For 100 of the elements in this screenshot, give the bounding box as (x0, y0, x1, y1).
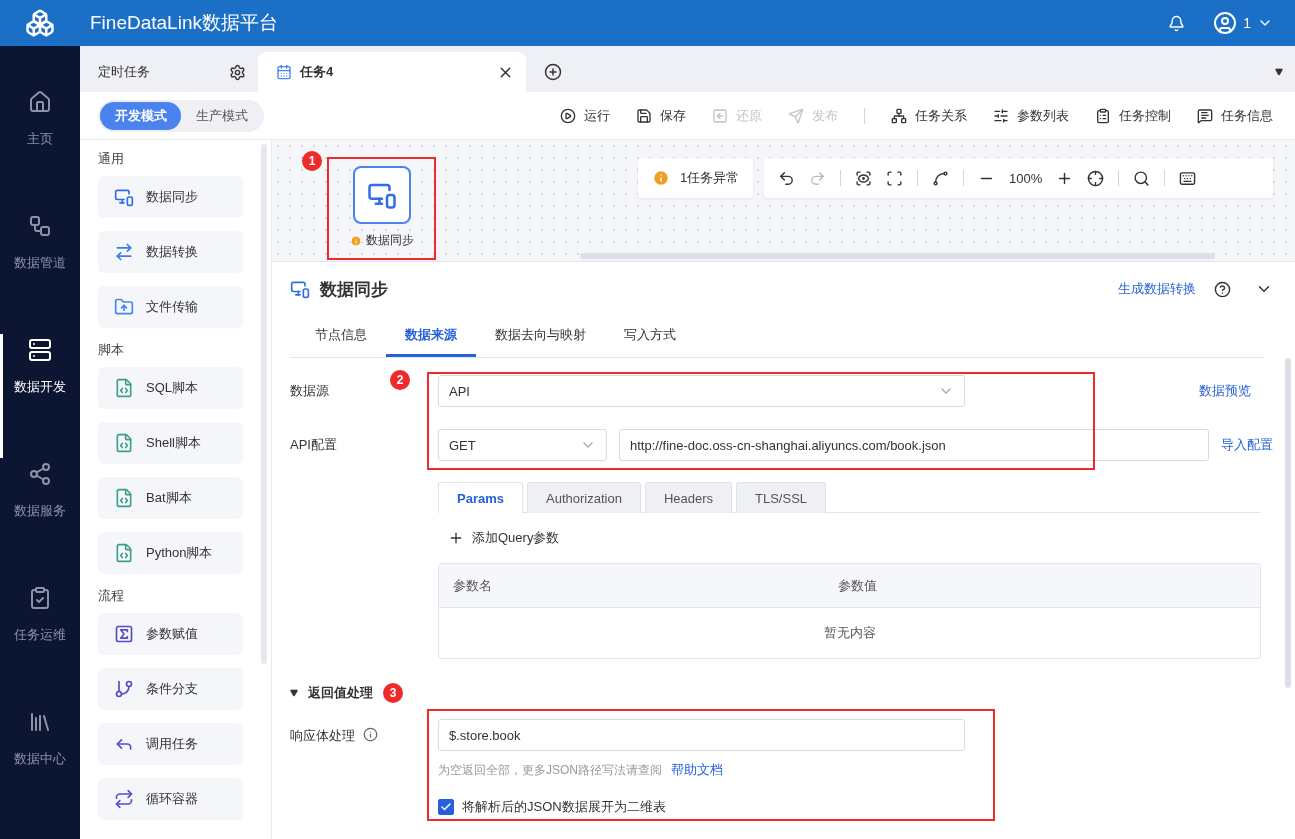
help-link[interactable]: 帮助文档 (671, 762, 724, 777)
checkbox[interactable] (438, 799, 454, 815)
nav-item[interactable]: 任务运维 (0, 582, 77, 706)
request-tab[interactable]: Params (438, 482, 523, 513)
field-label: API配置 (290, 436, 338, 454)
panel-tab[interactable]: 节点信息 (296, 316, 386, 357)
user-name[interactable]: 1 (1243, 15, 1251, 31)
logo-icon (25, 8, 55, 38)
palette-item[interactable]: 循环容器 (98, 778, 243, 820)
tab[interactable]: 任务4 (258, 52, 526, 92)
request-tab[interactable]: Headers (644, 482, 732, 513)
url-field[interactable]: http://fine-doc.oss-cn-shanghai.aliyuncs.com/book.json (619, 429, 1209, 461)
section-heading: 脚本 (98, 341, 125, 359)
toolbar-button[interactable]: 任务关系 (891, 106, 967, 125)
step-marker: 1 (302, 151, 322, 171)
nav-item[interactable]: 数据中心 (0, 706, 77, 830)
panel-tab[interactable]: 数据来源 (386, 316, 476, 357)
toolbar-button[interactable]: 保存 (636, 106, 686, 125)
notification-icon[interactable] (1168, 14, 1186, 32)
script-file-icon (114, 543, 134, 563)
plus-icon (448, 530, 464, 546)
scrollbar[interactable] (1285, 358, 1291, 688)
send-icon (788, 107, 804, 124)
keyboard-icon[interactable] (1179, 169, 1197, 187)
panel-tab[interactable]: 写入方式 (605, 316, 695, 357)
palette-item[interactable]: 条件分支 (98, 668, 243, 710)
toolbar-button[interactable]: 参数列表 (993, 106, 1069, 125)
info-icon (363, 727, 378, 742)
search-icon[interactable] (1133, 169, 1151, 187)
json-path-field[interactable]: $.store.book (438, 719, 965, 751)
help-icon[interactable] (1214, 280, 1231, 298)
field-label-wrap: 响应体处理 (290, 719, 438, 751)
palette-item[interactable]: Bat脚本 (98, 477, 243, 519)
column-header: 参数名 (452, 576, 493, 595)
generate-link[interactable]: 生成数据转换 (1118, 280, 1196, 298)
connector-icon[interactable] (932, 169, 949, 187)
zoom-level: 100% (1009, 170, 1043, 186)
expand-checkbox[interactable]: 将解析后的JSON数据展开为二维表 (438, 798, 965, 816)
books-icon (28, 710, 52, 734)
tab[interactable]: 定时任务 (80, 52, 258, 92)
import-link[interactable]: 导入配置 (1221, 436, 1273, 454)
warning-badge[interactable]: 1任务异常 (638, 158, 754, 198)
settings-icon[interactable] (229, 63, 246, 81)
preview-link[interactable]: 数据预览 (1199, 382, 1251, 400)
message-icon (1197, 107, 1213, 124)
home-icon (28, 90, 52, 114)
palette-item[interactable]: Python脚本 (98, 532, 243, 574)
server-icon (28, 338, 52, 362)
nav-item[interactable]: 数据服务 (0, 458, 77, 582)
step-marker: 2 (390, 370, 410, 390)
toolbar-button[interactable]: 运行 (560, 106, 610, 125)
folder-icon (114, 297, 134, 317)
method-select[interactable]: GET (438, 429, 607, 461)
save-icon (636, 107, 652, 124)
section-toggle[interactable]: 返回值处理 (290, 684, 373, 702)
parameter-icon (114, 624, 134, 644)
script-file-icon (114, 488, 134, 508)
script-file-icon (114, 378, 134, 398)
toolbar-button[interactable]: 任务信息 (1197, 106, 1273, 125)
toolbar-button[interactable]: 任务控制 (1095, 106, 1171, 125)
step-marker: 3 (383, 683, 403, 703)
transform-icon (114, 242, 134, 262)
add-parameter-button[interactable]: 添加Query参数 (438, 513, 560, 563)
relation-icon (891, 107, 907, 124)
mode-option[interactable]: 生产模式 (181, 101, 262, 130)
task-node[interactable] (352, 166, 411, 224)
panel-tab[interactable]: 数据去向与映射 (476, 316, 605, 357)
monitor-icon (290, 279, 310, 299)
clipboard-check-icon (28, 586, 52, 610)
palette-item[interactable]: 调用任务 (98, 723, 243, 765)
nav-item[interactable]: 数据开发 (0, 334, 77, 458)
undo-icon[interactable] (778, 169, 795, 187)
check-icon (440, 801, 452, 813)
palette-item[interactable]: 数据同步 (98, 176, 243, 218)
monitor-icon (114, 187, 134, 207)
sliders-icon (993, 107, 1009, 124)
clipboard-icon (1095, 107, 1111, 124)
mode-option[interactable]: 开发模式 (100, 101, 181, 130)
view-icon[interactable] (855, 169, 872, 187)
hint-text: 为空返回全部，更多JSON路径写法请查阅 帮助文档 (438, 761, 725, 779)
palette-item[interactable]: 参数赋值 (98, 613, 243, 655)
nav-item[interactable]: 主页 (0, 86, 77, 210)
palette-item[interactable]: SQL脚本 (98, 367, 243, 409)
app-title: FineDataLink数据平台 (90, 11, 279, 35)
dropdown-icon[interactable] (1275, 68, 1283, 76)
add-tab-icon[interactable] (544, 63, 562, 81)
palette-item[interactable]: Shell脚本 (98, 422, 243, 464)
column-header: 参数值 (837, 576, 878, 595)
fit-icon[interactable] (886, 169, 903, 187)
palette-item[interactable]: 数据转换 (98, 231, 243, 273)
scrollbar[interactable] (580, 253, 1215, 259)
field-label: 数据源 (290, 382, 330, 400)
locate-icon[interactable] (1087, 169, 1105, 187)
palette-item[interactable]: 文件传输 (98, 286, 243, 328)
source-select[interactable]: API (438, 375, 965, 407)
request-tab[interactable]: Authorization (527, 482, 641, 513)
request-tab[interactable]: TLS/SSL (736, 482, 827, 513)
scrollbar[interactable] (261, 144, 267, 664)
nav-item[interactable]: 数据管道 (0, 210, 77, 334)
avatar-icon[interactable] (1213, 11, 1238, 35)
